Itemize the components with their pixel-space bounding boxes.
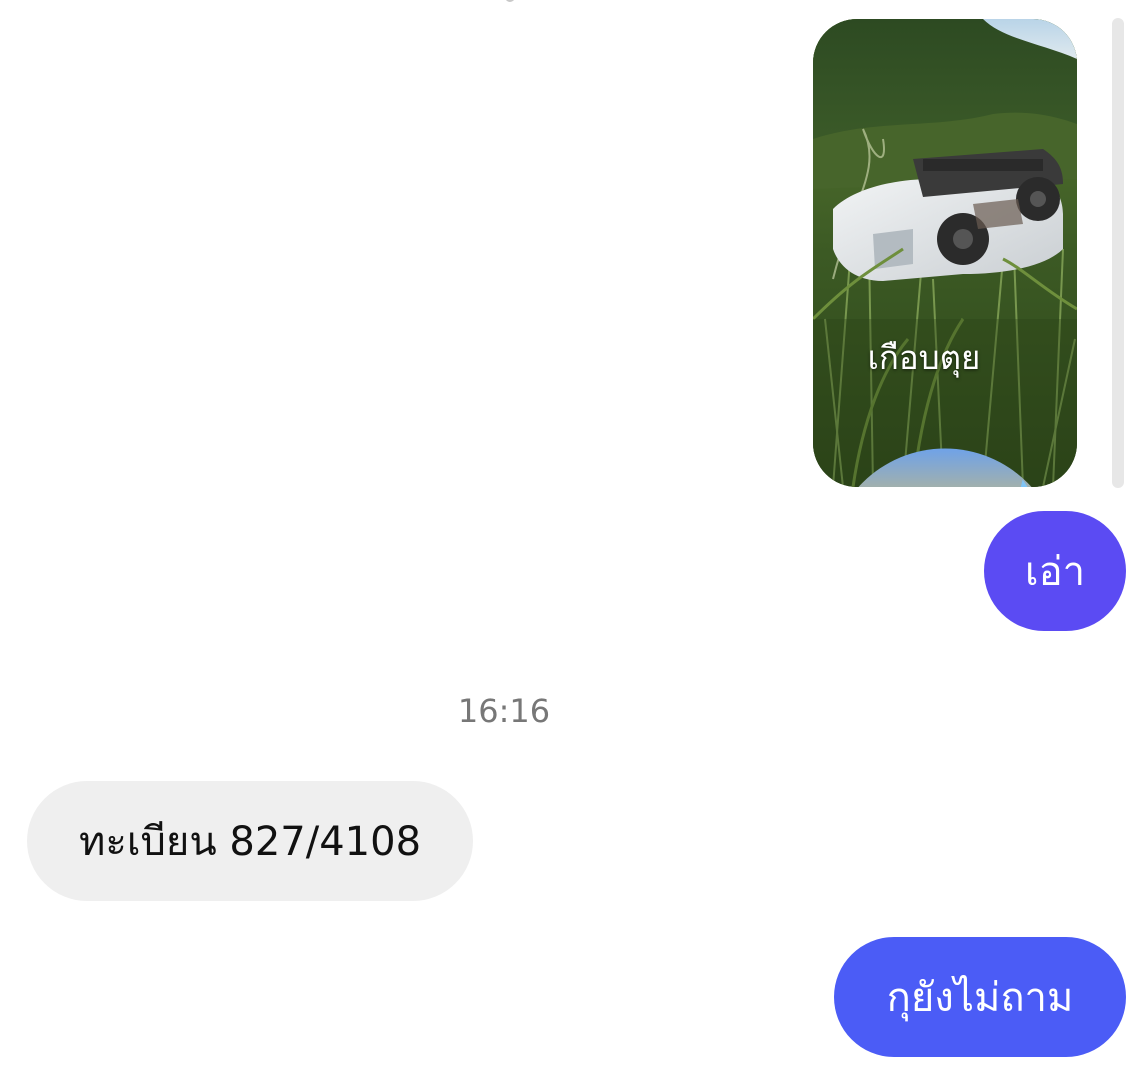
message-timestamp: 16:16 bbox=[457, 692, 551, 730]
story-caption: เกือบตุย bbox=[813, 331, 1077, 487]
story-reply-photo[interactable]: เกือบตุย bbox=[813, 19, 1077, 487]
sent-message-text: เอ่า bbox=[1024, 549, 1086, 595]
sent-message-bubble[interactable]: กุยังไม่ถาม bbox=[834, 937, 1126, 1057]
sent-message-bubble[interactable]: เอ่า bbox=[984, 511, 1126, 631]
scrollbar[interactable] bbox=[1112, 18, 1124, 488]
anxious-face-with-sweat-icon bbox=[858, 340, 1032, 487]
received-message-bubble[interactable]: ทะเบียน 827/4108 bbox=[27, 781, 473, 901]
previous-message-edge bbox=[505, 0, 515, 2]
sent-message-text: กุยังไม่ถาม bbox=[886, 975, 1074, 1021]
received-message-text: ทะเบียน 827/4108 bbox=[78, 819, 422, 865]
